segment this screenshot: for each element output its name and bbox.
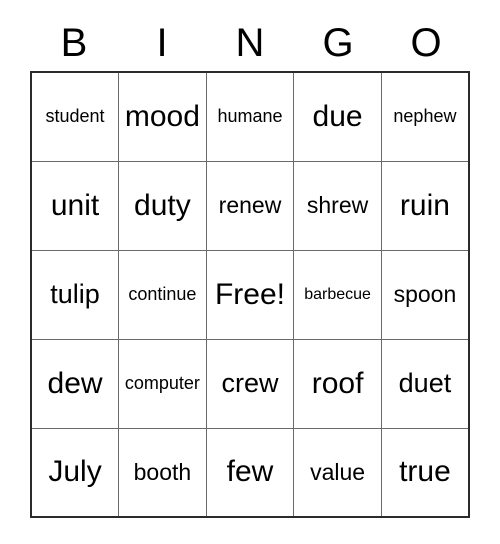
bingo-header: B I N G O bbox=[30, 14, 470, 71]
bingo-cell[interactable]: crew bbox=[205, 338, 295, 429]
bingo-cell[interactable]: nephew bbox=[380, 71, 470, 162]
bingo-cell[interactable]: computer bbox=[118, 338, 207, 429]
header-letter-i: I bbox=[156, 20, 168, 65]
bingo-cell[interactable]: barbecue bbox=[293, 249, 382, 340]
bingo-row: student mood humane due nephew bbox=[30, 71, 470, 162]
bingo-cell[interactable]: continue bbox=[118, 249, 207, 340]
bingo-cell[interactable]: ruin bbox=[380, 160, 470, 251]
bingo-cell[interactable]: July bbox=[30, 427, 120, 518]
bingo-cell-free-space[interactable]: Free! bbox=[205, 249, 295, 340]
bingo-cell[interactable]: spoon bbox=[380, 249, 470, 340]
bingo-cell[interactable]: few bbox=[205, 427, 295, 518]
bingo-row: unit duty renew shrew ruin bbox=[30, 160, 470, 251]
bingo-cell[interactable]: duty bbox=[118, 160, 207, 251]
header-letter-b: B bbox=[60, 20, 88, 65]
bingo-cell[interactable]: roof bbox=[293, 338, 382, 429]
header-letter-n: N bbox=[235, 20, 265, 65]
bingo-cell[interactable]: unit bbox=[30, 160, 120, 251]
bingo-row: July booth few value true bbox=[30, 427, 470, 518]
bingo-card: B I N G O student mood humane due nephew… bbox=[30, 14, 470, 518]
bingo-cell[interactable]: value bbox=[293, 427, 382, 518]
bingo-row: tulip continue Free! barbecue spoon bbox=[30, 249, 470, 340]
bingo-cell[interactable]: true bbox=[380, 427, 470, 518]
bingo-cell[interactable]: shrew bbox=[293, 160, 382, 251]
bingo-cell[interactable]: booth bbox=[118, 427, 207, 518]
bingo-cell[interactable]: tulip bbox=[30, 249, 120, 340]
bingo-cell[interactable]: humane bbox=[205, 71, 295, 162]
bingo-cell[interactable]: duet bbox=[380, 338, 470, 429]
header-letter-g: G bbox=[322, 20, 354, 65]
bingo-cell[interactable]: renew bbox=[205, 160, 295, 251]
bingo-cell[interactable]: dew bbox=[30, 338, 120, 429]
bingo-grid: student mood humane due nephew unit duty… bbox=[30, 71, 470, 518]
bingo-cell[interactable]: student bbox=[30, 71, 120, 162]
bingo-cell[interactable]: due bbox=[293, 71, 382, 162]
header-letter-o: O bbox=[410, 20, 442, 65]
bingo-row: dew computer crew roof duet bbox=[30, 338, 470, 429]
bingo-cell[interactable]: mood bbox=[118, 71, 207, 162]
